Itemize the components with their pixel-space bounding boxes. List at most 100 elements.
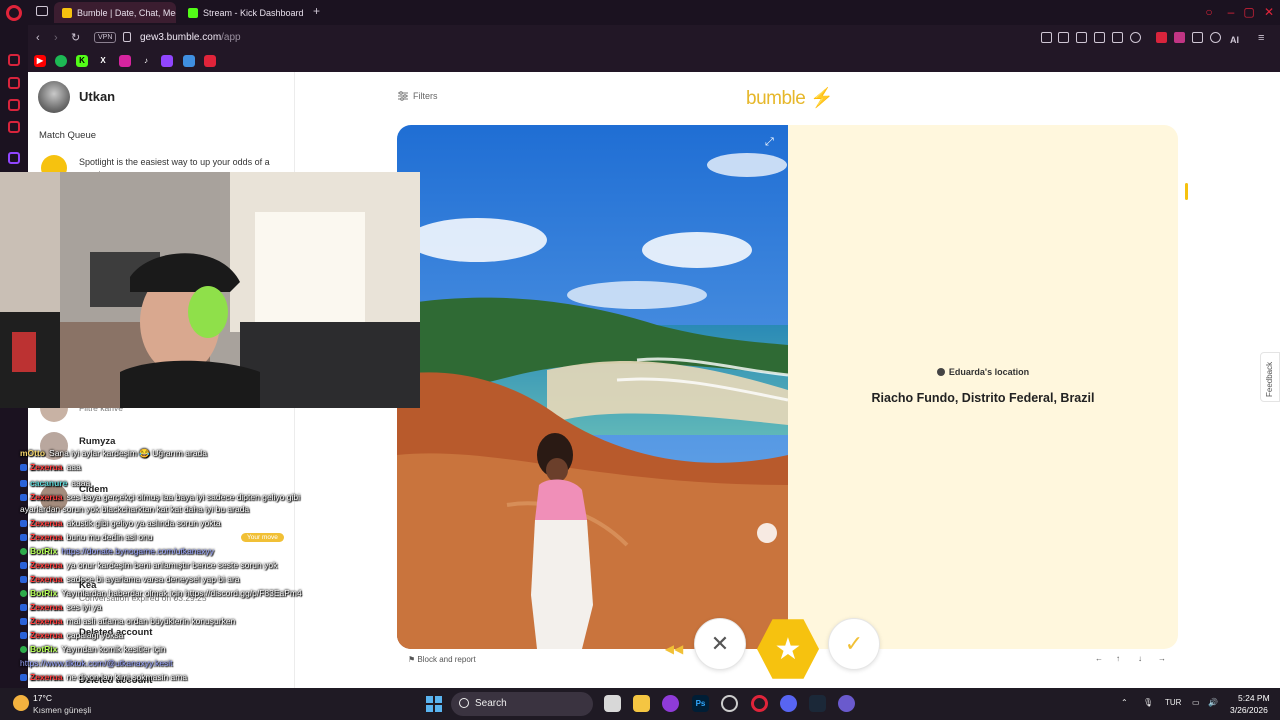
clock-date[interactable]: 3/26/2026 bbox=[1230, 705, 1268, 715]
taskbar-search[interactable]: Search bbox=[451, 692, 593, 716]
microphone-icon[interactable]: 🎙 bbox=[1143, 698, 1153, 707]
new-tab-button[interactable]: + bbox=[313, 4, 320, 18]
app-icon[interactable] bbox=[838, 695, 855, 712]
key-hint-left: ← bbox=[1095, 654, 1103, 663]
block-report-label: Block and report bbox=[417, 655, 476, 664]
lock-icon[interactable] bbox=[123, 32, 131, 42]
user-name[interactable]: Utkan bbox=[79, 89, 115, 104]
avatar[interactable] bbox=[38, 81, 70, 113]
instagram-icon[interactable] bbox=[119, 55, 131, 67]
chat-text[interactable]: https://donate.bynogame.com/utkanaxyy bbox=[61, 546, 214, 556]
music-icon[interactable] bbox=[8, 121, 20, 133]
minimize-icon[interactable]: – bbox=[1224, 5, 1238, 19]
translate-icon[interactable] bbox=[1094, 32, 1105, 43]
chat-username[interactable]: Zexerua bbox=[30, 492, 63, 502]
chat-username[interactable]: Zexerua bbox=[30, 602, 63, 612]
opera-logo-icon[interactable] bbox=[6, 5, 22, 21]
chat-username[interactable]: BotRix bbox=[30, 644, 57, 654]
chat-username[interactable]: mOtto bbox=[20, 448, 45, 458]
spotify-icon[interactable] bbox=[55, 55, 67, 67]
close-icon: ✕ bbox=[710, 631, 730, 656]
extension-icon[interactable] bbox=[1174, 32, 1185, 43]
weather-desc[interactable]: Kısmen güneşli bbox=[33, 705, 91, 715]
feedback-tab[interactable]: Feedback bbox=[1260, 352, 1280, 402]
opera-icon[interactable] bbox=[751, 695, 768, 712]
tiktok-icon[interactable]: ♪ bbox=[140, 55, 152, 67]
snapshot-icon[interactable] bbox=[1058, 32, 1069, 43]
chevron-up-icon[interactable]: ⌃ bbox=[1121, 698, 1128, 707]
reload-icon[interactable]: ↻ bbox=[71, 31, 80, 45]
network-icon[interactable]: ▭ bbox=[1192, 698, 1200, 707]
chat-username[interactable]: BotRix bbox=[30, 546, 57, 556]
task-view-icon[interactable] bbox=[604, 695, 621, 712]
aria-icon[interactable] bbox=[8, 54, 20, 66]
messenger-icon[interactable] bbox=[8, 99, 20, 111]
bookmark-icon[interactable] bbox=[183, 55, 195, 67]
bookmark-icon[interactable] bbox=[204, 55, 216, 67]
expand-icon[interactable]: ⤢ bbox=[765, 136, 774, 149]
scroll-indicator[interactable] bbox=[1185, 183, 1188, 200]
heart-icon[interactable] bbox=[1130, 32, 1141, 43]
chat-username[interactable]: Zexerua bbox=[30, 616, 63, 626]
bag-icon[interactable] bbox=[8, 77, 20, 89]
your-move-badge: Your move bbox=[241, 533, 284, 542]
weather-icon[interactable] bbox=[13, 695, 29, 711]
chat-username[interactable]: Zexerua bbox=[30, 672, 63, 682]
language-indicator[interactable]: TUR bbox=[1165, 698, 1181, 707]
app-icon[interactable] bbox=[662, 695, 679, 712]
profile-photo[interactable]: ⤢ bbox=[397, 125, 788, 649]
file-explorer-icon[interactable] bbox=[633, 695, 650, 712]
volume-icon[interactable]: 🔊 bbox=[1208, 698, 1218, 707]
block-report-link[interactable]: ⚑ Block and report bbox=[408, 655, 476, 664]
beach-photo bbox=[397, 125, 788, 649]
chat-username[interactable]: Zexerua bbox=[30, 462, 63, 472]
discord-icon[interactable] bbox=[780, 695, 797, 712]
chat-username[interactable]: BotRix bbox=[30, 588, 57, 598]
start-icon[interactable] bbox=[426, 696, 442, 712]
chat-username[interactable]: Zexerua bbox=[30, 630, 63, 640]
chat-username[interactable]: Zexerua bbox=[30, 532, 63, 542]
shield-icon[interactable] bbox=[1076, 32, 1087, 43]
chat-username[interactable]: Zexerua bbox=[30, 518, 63, 528]
forward-icon[interactable]: › bbox=[54, 31, 58, 45]
url-field[interactable]: gew3.bumble.com/app bbox=[140, 32, 241, 43]
feedback-label: Feedback bbox=[1265, 361, 1274, 397]
adblock-icon[interactable] bbox=[1156, 32, 1167, 43]
twitch-icon[interactable] bbox=[8, 152, 20, 164]
pass-button[interactable]: ✕ bbox=[694, 618, 746, 670]
filters-icon[interactable] bbox=[398, 91, 408, 101]
clock-time[interactable]: 5:24 PM bbox=[1238, 693, 1270, 703]
youtube-icon[interactable]: ▶ bbox=[34, 55, 46, 67]
kick-icon[interactable]: K bbox=[76, 55, 88, 67]
maximize-icon[interactable]: ▢ bbox=[1242, 5, 1256, 19]
rewind-button[interactable]: ◀◀ bbox=[660, 635, 688, 663]
chat-text: sadece bi ayarlama varsa deneysel yap bi… bbox=[66, 574, 240, 584]
back-icon[interactable]: ‹ bbox=[36, 31, 40, 45]
weather-temp[interactable]: 17°C bbox=[33, 693, 52, 703]
x-icon[interactable]: X bbox=[97, 55, 109, 67]
puzzle-icon[interactable] bbox=[1192, 32, 1203, 43]
menu-icon[interactable]: ≡ bbox=[1258, 31, 1264, 45]
search-tabs-icon[interactable]: ○ bbox=[1202, 5, 1216, 19]
chat-username[interactable]: Zexerua bbox=[30, 574, 63, 584]
chat-username[interactable]: Zexerua bbox=[30, 560, 63, 570]
close-icon[interactable]: ✕ bbox=[1262, 5, 1276, 19]
chat-text[interactable]: https://www.tiktok.com/@utkanaxyy.kesit bbox=[20, 658, 173, 668]
steam-icon[interactable] bbox=[809, 695, 826, 712]
chat-username[interactable]: cacanure bbox=[30, 478, 67, 488]
tab-menu-icon[interactable] bbox=[36, 6, 48, 16]
filters-button[interactable]: Filters bbox=[413, 91, 438, 101]
ai-button[interactable]: AI bbox=[1230, 33, 1239, 47]
twitch-icon[interactable] bbox=[161, 55, 173, 67]
star-icon: ★ bbox=[774, 632, 802, 666]
pin-icon[interactable] bbox=[1041, 32, 1052, 43]
url-domain: gew3.bumble.com bbox=[140, 32, 222, 43]
tab-bumble[interactable]: Bumble | Date, Chat, Meet bbox=[54, 2, 176, 23]
vpn-badge[interactable]: VPN bbox=[94, 32, 117, 43]
photoshop-icon[interactable]: Ps bbox=[692, 695, 709, 712]
play-icon[interactable] bbox=[1112, 32, 1123, 43]
tab-kick[interactable]: Stream - Kick Dashboard bbox=[180, 2, 310, 23]
like-button[interactable]: ✓ bbox=[828, 618, 880, 670]
profile-icon[interactable] bbox=[1210, 32, 1221, 43]
obs-icon[interactable] bbox=[721, 695, 738, 712]
